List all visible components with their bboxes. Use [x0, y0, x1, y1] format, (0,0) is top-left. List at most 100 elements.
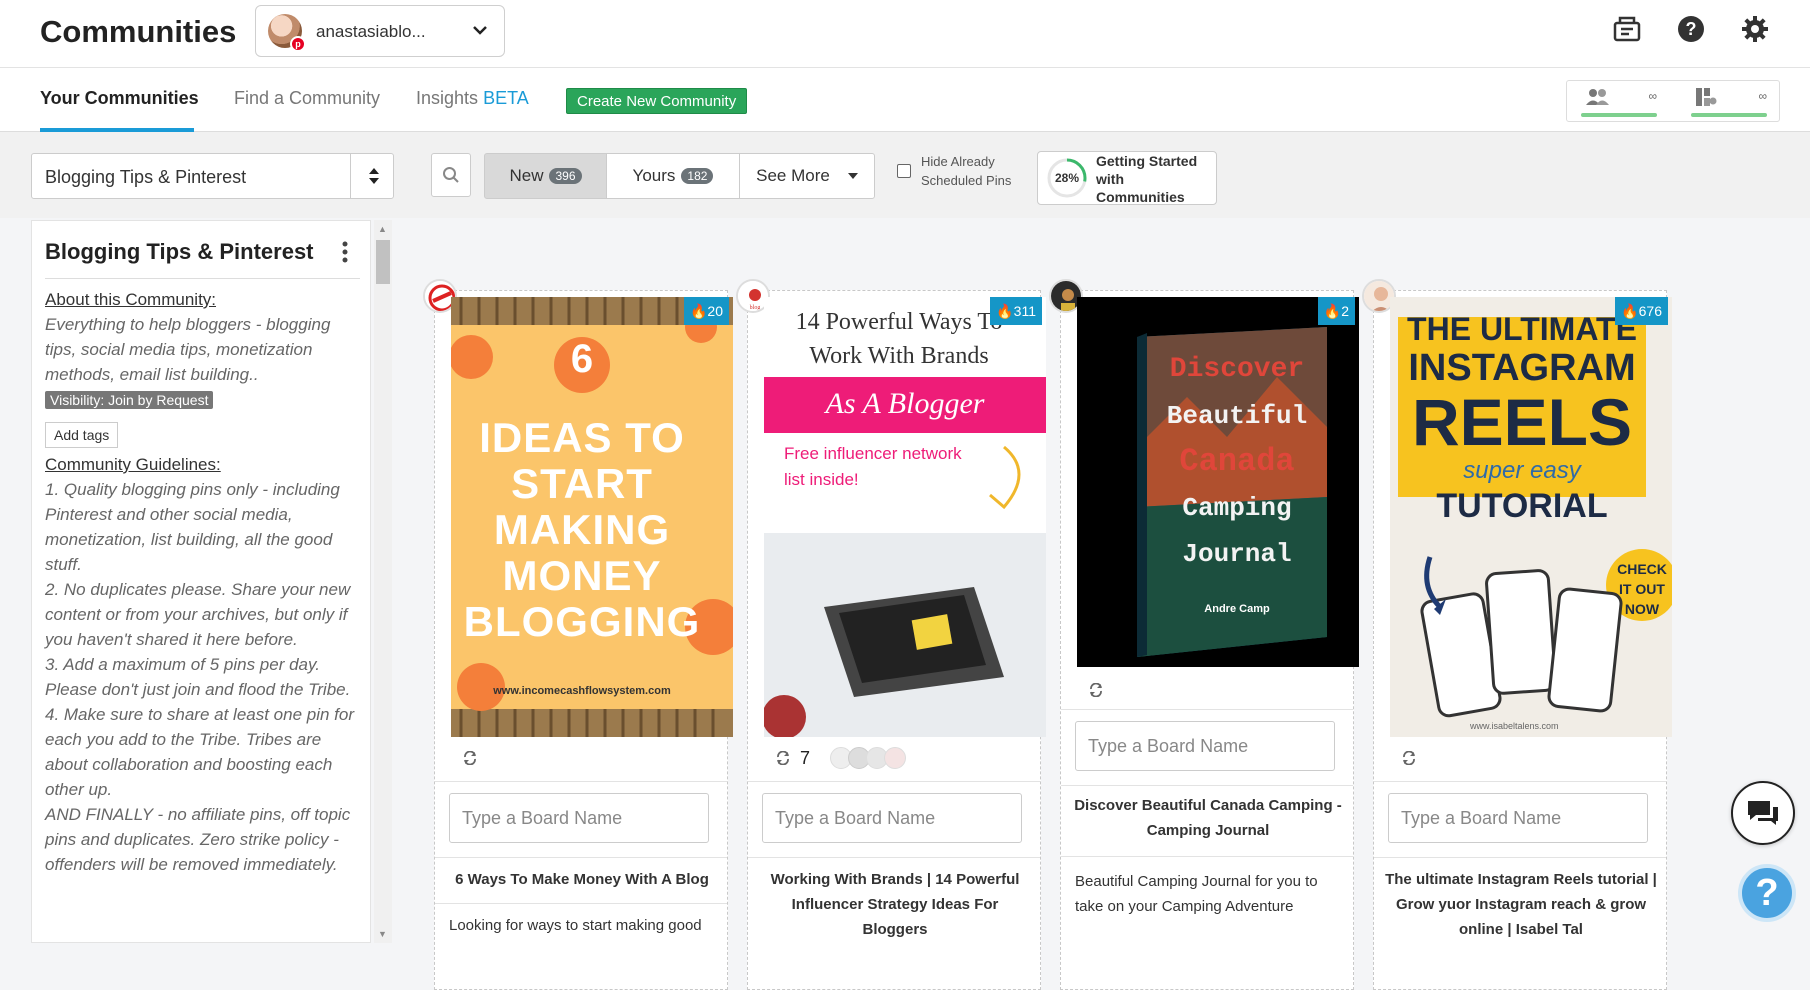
pin-image[interactable]: Discover Beautiful Canada Camping Journa…	[1077, 297, 1359, 667]
pin-image-badge: CHECK IT OUT NOW	[1606, 559, 1672, 619]
scroll-down-icon[interactable]: ▼	[378, 929, 387, 939]
chat-icon	[1748, 801, 1778, 825]
pin-image[interactable]: 6 IDEAS TO START MAKING MONEY BLOGGING w…	[451, 297, 733, 737]
guideline-3: 3. Add a maximum of 5 pins per day. Plea…	[45, 655, 351, 699]
segment-new[interactable]: New 396	[484, 153, 607, 199]
help-chat-button[interactable]: ?	[1738, 864, 1796, 922]
members-quota: ∞	[1581, 87, 1657, 117]
refresh-icon[interactable]	[463, 751, 477, 765]
board-name-input[interactable]: Type a Board Name	[1075, 721, 1335, 771]
search-icon	[443, 167, 459, 183]
tab-insights[interactable]: Insights BETA	[416, 88, 529, 109]
pin-card[interactable]: blog 14 Powerful Ways To Work With Brand…	[736, 279, 1046, 990]
pin-image-line: IT OUT	[1619, 581, 1665, 597]
divider	[748, 781, 1040, 782]
pin-actions: 7	[776, 747, 907, 769]
add-tags-button[interactable]: Add tags	[45, 422, 119, 448]
pin-title[interactable]: Discover Beautiful Canada Camping - Camp…	[1071, 793, 1345, 843]
kebab-menu-icon[interactable]	[342, 241, 348, 263]
settings-icon[interactable]	[1740, 14, 1770, 44]
help-icon[interactable]: ?	[1676, 14, 1706, 44]
pin-actions	[1089, 683, 1103, 697]
refresh-icon[interactable]	[776, 751, 790, 765]
board-name-input[interactable]: Type a Board Name	[762, 793, 1022, 843]
search-button[interactable]	[431, 153, 471, 197]
pin-image-url: www.isabeltalens.com	[1470, 721, 1559, 731]
chat-button[interactable]	[1731, 781, 1795, 845]
beta-badge: BETA	[483, 88, 529, 108]
pin-title[interactable]: Working With Brands | 14 Powerful Influe…	[758, 867, 1032, 942]
divider	[435, 857, 727, 858]
board-name-input[interactable]: Type a Board Name	[1388, 793, 1648, 843]
pin-image-line: list inside!	[784, 470, 859, 489]
account-selector[interactable]: p anastasiablo...	[255, 5, 505, 57]
pin-image-number: 6	[570, 337, 594, 381]
tab-your-communities[interactable]: Your Communities	[40, 88, 199, 109]
pin-image-line: MONEY	[502, 552, 662, 599]
pin-image-line: MAKING	[493, 506, 671, 553]
refresh-icon[interactable]	[1089, 683, 1103, 697]
divider	[1061, 709, 1353, 710]
segment-new-count: 396	[549, 168, 582, 184]
guidelines-heading: Community Guidelines:	[45, 455, 221, 474]
flame-icon: 🔥	[1323, 303, 1342, 319]
pin-card[interactable]: 6 IDEAS TO START MAKING MONEY BLOGGING w…	[423, 279, 733, 990]
flame-icon: 🔥	[1621, 303, 1639, 319]
svg-text:blog: blog	[750, 305, 761, 311]
pin-title[interactable]: 6 Ways To Make Money With A Blog	[445, 867, 719, 892]
filter-bar: Blogging Tips & Pinterest New 396 Yours …	[0, 132, 1810, 218]
segment-yours[interactable]: Yours 182	[606, 153, 740, 199]
getting-started-label: Getting Started with Communities	[1096, 152, 1197, 206]
about-heading: About this Community:	[45, 290, 217, 309]
about-text: Everything to help bloggers - blogging t…	[45, 315, 331, 384]
divider	[1061, 785, 1353, 786]
members-quota-value: ∞	[1648, 89, 1657, 103]
tab-insights-label: Insights	[416, 88, 479, 108]
sidebar-scrollbar[interactable]: ▲ ▼	[374, 220, 392, 943]
refresh-icon[interactable]	[1402, 751, 1416, 765]
getting-started-line1: Getting Started	[1096, 153, 1198, 169]
getting-started-line3: Communities	[1096, 189, 1185, 205]
pin-image-line: BLOGGING	[463, 598, 701, 645]
pin-image-line: Discover	[1169, 354, 1305, 385]
pin-image-author: Andre Camp	[1204, 603, 1270, 615]
pin-image-line: NOW	[1624, 601, 1660, 617]
board-name-input[interactable]: Type a Board Name	[449, 793, 709, 843]
create-community-button[interactable]: Create New Community	[566, 88, 748, 114]
top-header: Communities p anastasiablo... ?	[0, 0, 1810, 68]
scroll-up-icon[interactable]: ▲	[378, 224, 387, 234]
pin-image-line: START	[511, 460, 653, 507]
pin-card[interactable]: Discover Beautiful Canada Camping Journa…	[1049, 279, 1359, 990]
pin-card[interactable]: THE ULTIMATE INSTAGRAM REELS super easy …	[1362, 279, 1672, 990]
getting-started-line2: with	[1096, 171, 1124, 187]
community-select[interactable]: Blogging Tips & Pinterest	[31, 153, 394, 199]
share-count: 7	[800, 747, 811, 768]
card-icon[interactable]	[1612, 14, 1642, 44]
hide-scheduled-line1: Hide Already	[921, 154, 995, 169]
pin-actions	[1402, 751, 1416, 765]
segment-see-more[interactable]: See More	[739, 153, 875, 199]
community-sidebar: Blogging Tips & Pinterest About this Com…	[31, 220, 371, 943]
scrollbar-thumb[interactable]	[376, 240, 390, 284]
heat-count: 20	[707, 303, 723, 319]
divider	[435, 903, 727, 904]
pin-image-text: IDEAS TO START MAKING MONEY BLOGGING	[451, 415, 713, 645]
heat-count: 676	[1638, 303, 1662, 319]
sharer-avatars	[830, 747, 907, 769]
pin-image-line: Journal	[1182, 539, 1292, 569]
pin-title[interactable]: The ultimate Instagram Reels tutorial | …	[1384, 867, 1658, 942]
getting-started-button[interactable]: 28% Getting Started with Communities	[1037, 151, 1217, 205]
guideline-4: 4. Make sure to share at least one pin f…	[45, 705, 355, 799]
pin-image[interactable]: 14 Powerful Ways To Work With Brands As …	[764, 297, 1046, 737]
divider	[748, 857, 1040, 858]
tab-find-community[interactable]: Find a Community	[234, 88, 380, 109]
boards-quota-bar	[1691, 113, 1767, 117]
pin-image[interactable]: THE ULTIMATE INSTAGRAM REELS super easy …	[1390, 297, 1672, 737]
boards-icon	[1696, 88, 1717, 106]
heat-badge: 🔥2	[1317, 297, 1355, 325]
boards-quota: ∞	[1691, 87, 1767, 117]
hide-scheduled-toggle[interactable]: Hide Already Scheduled Pins	[897, 152, 1011, 190]
pin-grid: 6 IDEAS TO START MAKING MONEY BLOGGING w…	[400, 218, 1800, 990]
hide-scheduled-checkbox[interactable]	[897, 164, 911, 178]
community-select-value: Blogging Tips & Pinterest	[45, 167, 247, 187]
